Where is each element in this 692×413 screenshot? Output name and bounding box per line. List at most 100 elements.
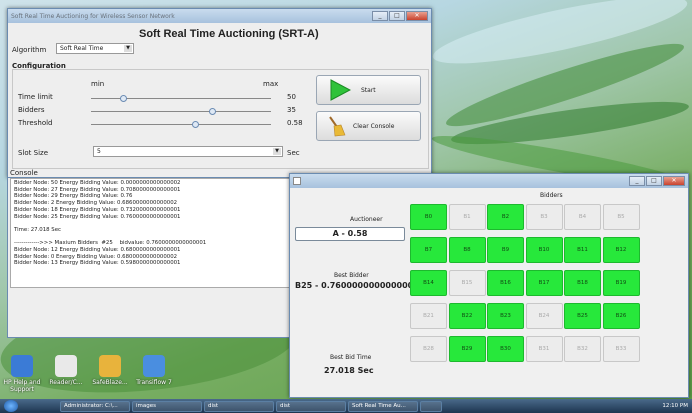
bidder-cell[interactable]: B7 <box>410 237 447 263</box>
bidder-cell[interactable]: B18 <box>564 270 601 296</box>
app-icon <box>55 355 77 377</box>
slot-size-unit: Sec <box>287 149 300 157</box>
auctioneer-value: A - 0.58 <box>332 229 368 238</box>
close-button[interactable]: ✕ <box>663 176 685 186</box>
console-line: ------------->>> Maxium Bidders #25 bidv… <box>14 240 207 247</box>
best-bid-time-value: 27.018 Sec <box>324 366 374 375</box>
bidder-cell[interactable]: B12 <box>602 237 640 263</box>
bidding-window-titlebar[interactable]: _ □ ✕ <box>290 174 688 188</box>
slider-track[interactable] <box>91 124 271 125</box>
console-line: Bidder Node: 50 Energy Bidding Value: 0.… <box>14 180 181 186</box>
bidder-cell[interactable]: B0 <box>410 204 447 230</box>
bidder-cell[interactable]: B16 <box>487 270 524 296</box>
taskbar-item[interactable]: images <box>132 400 202 412</box>
bidder-cell[interactable]: B5 <box>602 204 640 230</box>
clear-console-label: Clear Console <box>353 122 395 130</box>
slot-size-select[interactable]: 5 ▼ <box>93 146 283 157</box>
console-line: Bidder Node: 18 Energy Bidding Value: 0.… <box>14 206 181 213</box>
bidder-cell[interactable]: B10 <box>525 237 563 263</box>
bidder-cell[interactable]: B21 <box>410 303 447 329</box>
console-output[interactable]: Bidder Node: 50 Energy Bidding Value: 0.… <box>10 178 292 288</box>
desktop-icon[interactable]: SafeBlaze... <box>90 355 130 386</box>
console-line: Bidder Node: 12 Energy Bidding Value: 0.… <box>14 247 181 253</box>
main-window-titlebar[interactable]: Soft Real Time Auctioning for Wireless S… <box>8 9 431 23</box>
app-icon <box>11 355 33 377</box>
maximize-button[interactable]: □ <box>646 176 662 186</box>
slot-size-value: 5 <box>97 148 101 155</box>
bidder-cell[interactable]: B11 <box>564 237 601 263</box>
taskbar-item-label: images <box>136 403 156 409</box>
slider-track[interactable] <box>91 98 271 99</box>
bidder-cell[interactable]: B4 <box>564 204 601 230</box>
bidder-cell[interactable]: B17 <box>525 270 563 296</box>
bidder-cell[interactable]: B25 <box>564 303 601 329</box>
taskbar-item[interactable]: dist <box>276 400 346 412</box>
bidder-cell[interactable]: B24 <box>525 303 563 329</box>
bidder-cell[interactable]: B9 <box>487 237 524 263</box>
desktop-icon-label: HP Help and Support <box>3 379 41 393</box>
minimize-button[interactable]: _ <box>629 176 645 186</box>
bidder-cell[interactable]: B31 <box>525 336 563 362</box>
bidder-cell[interactable]: B26 <box>602 303 640 329</box>
taskbar-item[interactable]: Soft Real Time Au... <box>348 400 418 412</box>
bidder-cell[interactable]: B29 <box>448 336 486 362</box>
bidder-cell[interactable]: B3 <box>525 204 563 230</box>
close-button[interactable]: ✕ <box>406 11 428 21</box>
clear-console-button[interactable]: Clear Console <box>316 111 421 141</box>
bidder-cell[interactable]: B1 <box>448 204 486 230</box>
app-icon <box>99 355 121 377</box>
bidder-cell[interactable]: B2 <box>487 204 524 230</box>
bidder-cell[interactable]: B30 <box>487 336 524 362</box>
algorithm-select[interactable]: Soft Real Time ▼ <box>56 43 134 54</box>
desktop-icon-label: Transiflow 7 <box>136 379 172 386</box>
bidder-cell[interactable]: B8 <box>448 237 486 263</box>
bidder-cell[interactable]: B14 <box>410 270 447 296</box>
console-line: Bidder Node: 13 Energy Bidding Value: 0.… <box>14 260 181 267</box>
config-row-value: 50 <box>287 93 296 101</box>
slider-thumb[interactable] <box>208 108 216 115</box>
taskbar-item-label: dist <box>208 403 219 409</box>
taskbar-item-label: dist <box>280 403 291 409</box>
slider-track[interactable] <box>91 111 271 112</box>
app-icon <box>143 355 165 377</box>
desktop-icon[interactable]: HP Help and Support <box>2 355 42 393</box>
desktop-icon[interactable]: Reader/C... <box>46 355 86 386</box>
desktop-icon[interactable]: Transiflow 7 <box>134 355 174 386</box>
taskbar: Administrator: C:\... images dist dist Soft … <box>0 399 692 413</box>
taskbar-item[interactable]: Administrator: C:\... <box>60 400 130 412</box>
bidder-cell[interactable]: B28 <box>410 336 447 362</box>
console-line: Bidder Node: 2 Energy Bidding Value: 0.6… <box>14 200 178 207</box>
desktop-icon-label: Reader/C... <box>49 379 83 386</box>
config-row-label: Threshold <box>18 119 53 127</box>
config-row-label: Bidders <box>18 106 45 114</box>
config-row-value: 0.58 <box>287 119 303 127</box>
taskbar-item-label: Administrator: C:\... <box>64 403 118 409</box>
start-button[interactable]: Start <box>316 75 421 105</box>
bidders-label: Bidders <box>540 192 563 199</box>
play-icon <box>330 79 351 101</box>
console-line: Bidder Node: 29 Energy Bidding Value: 0.… <box>14 193 133 200</box>
start-orb-icon[interactable] <box>4 400 18 412</box>
bidder-cell[interactable]: B23 <box>487 303 524 329</box>
minimize-button[interactable]: _ <box>372 11 388 21</box>
taskbar-item[interactable]: dist <box>204 400 274 412</box>
bidder-cell[interactable]: B19 <box>602 270 640 296</box>
bidder-cell[interactable]: B15 <box>448 270 486 296</box>
auctioneer-label: Auctioneer <box>350 216 383 223</box>
clock[interactable]: 12:10 PM <box>662 403 688 409</box>
bidder-cell[interactable]: B32 <box>564 336 601 362</box>
maximize-button[interactable]: □ <box>389 11 405 21</box>
chevron-down-icon: ▼ <box>273 148 281 155</box>
desktop-icon-label: SafeBlaze... <box>92 379 128 386</box>
bidder-cell[interactable]: B33 <box>602 336 640 362</box>
auctioneer-field: A - 0.58 <box>295 227 405 241</box>
algorithm-label: Algorithm <box>12 46 47 54</box>
taskbar-item[interactable] <box>420 400 442 412</box>
app-icon <box>293 177 301 185</box>
chevron-down-icon: ▼ <box>124 45 132 52</box>
best-bidder-value: B25 - 0.7600000000000001 <box>295 281 419 290</box>
console-line: Bidder Node: 27 Energy Bidding Value: 0.… <box>14 186 181 193</box>
bidder-cell[interactable]: B22 <box>448 303 486 329</box>
min-label: min <box>91 80 105 88</box>
